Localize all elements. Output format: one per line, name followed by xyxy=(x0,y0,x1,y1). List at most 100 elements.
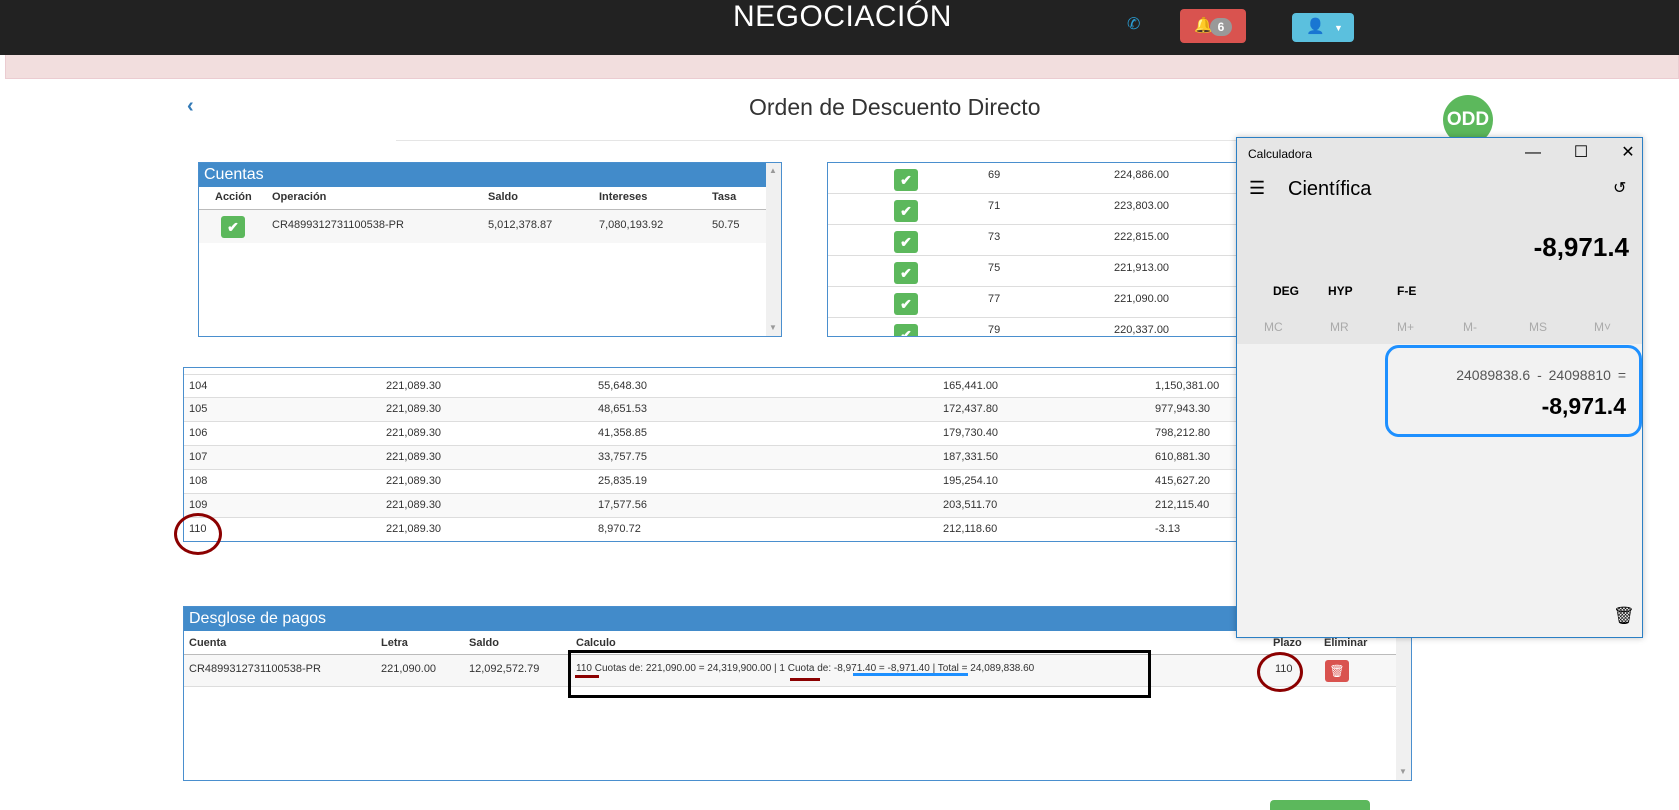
saldo-cell: 212,115.40 xyxy=(1155,499,1210,511)
payment-number: 75 xyxy=(988,262,1001,274)
maximize-icon[interactable]: ☐ xyxy=(1566,142,1596,164)
capital-cell: 172,437.80 xyxy=(943,403,999,415)
cuota-cell: 221,089.30 xyxy=(386,403,442,415)
hyp-button[interactable]: HYP xyxy=(1328,284,1353,298)
payment-amount: 220,337.00 xyxy=(1114,324,1170,336)
table-row: ✔ 79 220,337.00 xyxy=(828,318,1246,336)
capital-cell: 203,511.70 xyxy=(943,499,998,511)
saldo-cell: 415,627.20 xyxy=(1155,475,1211,487)
col-intereses: Intereses xyxy=(599,191,648,203)
trash-icon[interactable]: 🗑 xyxy=(1613,606,1635,626)
calculator-mode: Científica xyxy=(1288,178,1372,200)
capital-cell: 195,254.10 xyxy=(943,475,999,487)
table-row: ✔ 73 222,815.00 xyxy=(828,225,1246,256)
calculator-title: Calculadora xyxy=(1248,147,1313,161)
saldo-cell: 1,150,381.00 xyxy=(1155,380,1220,392)
payment-checkbox[interactable]: ✔ xyxy=(894,324,918,336)
payment-number: 73 xyxy=(988,231,1001,243)
back-chevron-icon[interactable]: ‹ xyxy=(187,95,194,118)
close-icon[interactable]: ✕ xyxy=(1613,142,1643,164)
table-row: 105 221,089.30 48,651.53 172,437.80 977,… xyxy=(184,398,1252,422)
scroll-down-icon[interactable]: ▼ xyxy=(769,323,777,332)
cuota-cell: 221,089.30 xyxy=(386,451,442,463)
mc-button[interactable]: MC xyxy=(1264,320,1283,334)
col-cuenta: Cuenta xyxy=(189,637,227,649)
operacion-cell: CR4899312731100538-PR xyxy=(272,219,404,231)
payment-amount: 221,090.00 xyxy=(1114,293,1170,305)
row-number: 104 xyxy=(189,380,208,392)
saldo-cell: 5,012,378.87 xyxy=(488,219,553,231)
select-account-checkbox[interactable]: ✔ xyxy=(221,216,245,238)
scroll-down-icon[interactable]: ▼ xyxy=(1399,767,1407,776)
calculator-display: -8,971.4 xyxy=(1533,232,1629,262)
saldo-cell: 977,943.30 xyxy=(1155,403,1211,415)
col-plazo: Plazo xyxy=(1273,637,1302,649)
interes-cell: 41,358.85 xyxy=(598,427,647,439)
payment-checkbox[interactable]: ✔ xyxy=(894,200,918,222)
table-row: 108 221,089.30 25,835.19 195,254.10 415,… xyxy=(184,470,1252,494)
user-icon: 👤 xyxy=(1306,18,1325,35)
payment-amount: 221,913.00 xyxy=(1114,262,1170,274)
annotation-circle-row-110 xyxy=(174,513,222,555)
payment-number: 69 xyxy=(988,169,1001,181)
desglose-panel-title: Desglose de pagos xyxy=(184,607,1396,631)
phone-icon[interactable]: ✆ xyxy=(1127,14,1145,34)
hamburger-menu-icon[interactable]: ☰ xyxy=(1249,178,1265,199)
row-number: 107 xyxy=(189,451,208,463)
annotation-underline-1 xyxy=(790,678,820,681)
cuenta-cell: CR4899312731100538-PR xyxy=(189,663,321,675)
capital-cell: 187,331.50 xyxy=(943,451,999,463)
minimize-icon[interactable]: — xyxy=(1518,142,1548,164)
annotation-underline-cuota xyxy=(853,673,968,676)
capital-cell: 165,441.00 xyxy=(943,380,999,392)
interes-cell: 55,648.30 xyxy=(598,380,647,392)
col-eliminar: Eliminar xyxy=(1324,637,1368,649)
saldo-cell: 610,881.30 xyxy=(1155,451,1211,463)
mplus-button[interactable]: M+ xyxy=(1397,320,1414,334)
mminus-button[interactable]: M- xyxy=(1463,320,1477,334)
cuota-cell: 221,089.30 xyxy=(386,475,442,487)
submit-button[interactable] xyxy=(1270,800,1370,810)
table-row: ✔ 77 221,090.00 xyxy=(828,287,1246,318)
payment-checkbox[interactable]: ✔ xyxy=(894,231,918,253)
deg-button[interactable]: DEG xyxy=(1273,284,1299,298)
interes-cell: 8,970.72 xyxy=(598,523,641,535)
payment-checkbox[interactable]: ✔ xyxy=(894,262,918,284)
col-operacion: Operación xyxy=(272,191,327,203)
cuentas-panel: Cuentas Acción Operación Saldo Intereses… xyxy=(198,162,782,337)
top-navbar: NEGOCIACIÓN ✆ 🔔 6 👤 ▼ xyxy=(0,0,1679,55)
amortization-panel: 104 221,089.30 55,648.30 165,441.00 1,15… xyxy=(183,367,1253,542)
tasa-cell: 50.75 xyxy=(712,219,740,231)
payment-number: 79 xyxy=(988,324,1001,336)
col-tasa: Tasa xyxy=(712,191,737,203)
row-number: 106 xyxy=(189,427,208,439)
user-menu-button[interactable]: 👤 ▼ xyxy=(1292,13,1354,42)
cuentas-panel-title: Cuentas xyxy=(199,163,766,187)
payment-amount: 222,815.00 xyxy=(1114,231,1170,243)
payments-mini-panel: ✔ 69 224,886.00 ✔ 71 223,803.00 ✔ 73 222… xyxy=(827,162,1247,337)
notifications-button[interactable]: 🔔 6 xyxy=(1180,9,1246,43)
table-row: 106 221,089.30 41,358.85 179,730.40 798,… xyxy=(184,422,1252,446)
history-icon[interactable]: ↺ xyxy=(1613,178,1626,198)
mr-button[interactable]: MR xyxy=(1330,320,1349,334)
ms-button[interactable]: MS xyxy=(1529,320,1547,334)
memory-list-button[interactable]: M˅ xyxy=(1594,320,1611,334)
title-divider xyxy=(396,140,1266,141)
capital-cell: 179,730.40 xyxy=(943,427,999,439)
scroll-up-icon[interactable]: ▲ xyxy=(769,166,777,175)
interes-cell: 48,651.53 xyxy=(598,403,647,415)
cuota-cell: 221,089.30 xyxy=(386,523,442,535)
fe-button[interactable]: F-E xyxy=(1397,284,1416,298)
delete-button[interactable]: 🗑 xyxy=(1325,660,1349,682)
row-number: 109 xyxy=(189,499,208,511)
payment-checkbox[interactable]: ✔ xyxy=(894,169,918,191)
col-accion: Acción xyxy=(215,191,252,203)
annotation-circle-plazo xyxy=(1257,652,1303,692)
saldo-cell: 798,212.80 xyxy=(1155,427,1211,439)
table-row: ✔ 75 221,913.00 xyxy=(828,256,1246,287)
table-row: 109 221,089.30 17,577.56 203,511.70 212,… xyxy=(184,494,1252,518)
payment-checkbox[interactable]: ✔ xyxy=(894,293,918,315)
table-row: ✔ 69 224,886.00 xyxy=(828,163,1246,194)
payment-number: 77 xyxy=(988,293,1001,305)
cuentas-scrollbar[interactable]: ▲ ▼ xyxy=(766,163,781,336)
